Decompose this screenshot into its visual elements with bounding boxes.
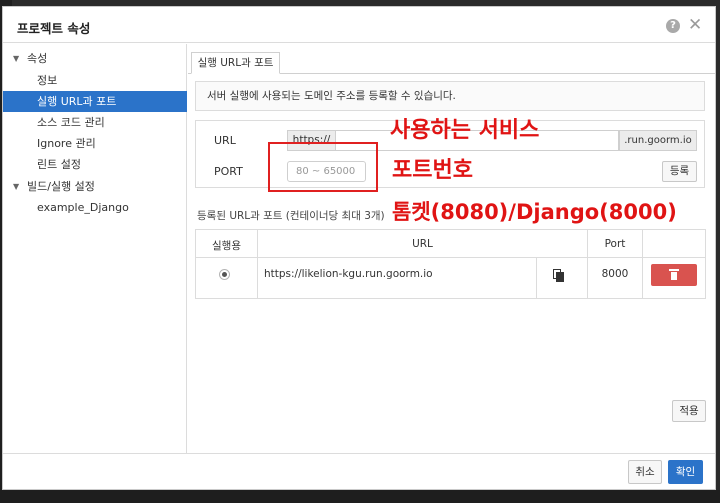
registered-url-table: 실행용 URL Port https://likelion-kgu.run.go…: [195, 229, 706, 299]
sidebar-item-ignore[interactable]: Ignore 관리: [37, 133, 177, 154]
tab-run-url-port[interactable]: 실행 URL과 포트: [191, 52, 280, 74]
registered-section-label: 등록된 URL과 포트 (컨테이너당 최대 3개): [197, 210, 385, 222]
port-label: PORT: [214, 165, 243, 178]
sidebar-item-source-control[interactable]: 소스 코드 관리: [37, 112, 177, 133]
sidebar-group-properties[interactable]: 속성: [27, 48, 177, 69]
copy-icon[interactable]: [553, 269, 565, 283]
sidebar-item-run-url-port[interactable]: 실행 URL과 포트: [3, 91, 187, 112]
run-radio[interactable]: [219, 269, 230, 280]
caret-down-icon[interactable]: ▼: [13, 176, 19, 197]
project-properties-dialog: 프로젝트 속성 ? ✕ ▼ 속성 정보 실행 URL과 포트 소스 코드 관리 …: [2, 6, 716, 490]
dialog-title: 프로젝트 속성: [17, 21, 91, 36]
annotation-ports: 톰켓(8080)/Django(8000): [392, 200, 677, 224]
ok-button[interactable]: 확인: [668, 460, 703, 484]
annotation-port-number: 포트번호: [392, 158, 473, 183]
url-label: URL: [214, 134, 236, 147]
annotation-service: 사용하는 서비스: [390, 118, 540, 143]
port-highlight-box: [268, 142, 378, 192]
delete-button[interactable]: [651, 264, 697, 286]
close-icon[interactable]: ✕: [688, 15, 702, 35]
info-message: 서버 실행에 사용되는 도메인 주소를 등록할 수 있습니다.: [195, 81, 705, 111]
registered-url-value: https://likelion-kgu.run.goorm.io: [264, 268, 433, 280]
caret-down-icon[interactable]: ▼: [13, 48, 19, 69]
sidebar-item-example-django[interactable]: example_Django: [37, 197, 177, 218]
register-button[interactable]: 등록: [662, 161, 697, 182]
sidebar-item-info[interactable]: 정보: [37, 70, 177, 91]
sidebar-item-lint[interactable]: 린트 설정: [37, 154, 177, 175]
editor-backdrop-bottom: [0, 490, 720, 503]
cancel-button[interactable]: 취소: [628, 460, 662, 484]
settings-content: 실행 URL과 포트 서버 실행에 사용되는 도메인 주소를 등록할 수 있습니…: [188, 44, 715, 453]
column-divider: [642, 230, 643, 298]
question-circle-icon[interactable]: ?: [666, 19, 680, 33]
dialog-footer: 취소 확인: [3, 453, 715, 489]
column-divider: [536, 258, 537, 298]
dialog-titlebar: 프로젝트 속성 ? ✕: [3, 7, 715, 43]
column-header-run: 실행용: [212, 240, 241, 252]
column-header-url: URL: [412, 238, 433, 250]
url-suffix: .run.goorm.io: [619, 130, 697, 151]
sidebar-group-build-run[interactable]: 빌드/실행 설정: [27, 176, 177, 197]
column-header-port: Port: [604, 238, 626, 250]
header-divider: [196, 257, 705, 258]
apply-button[interactable]: 적용: [672, 400, 706, 422]
trash-icon: [669, 269, 679, 280]
registered-port-value: 8000: [601, 268, 629, 280]
settings-sidebar: ▼ 속성 정보 실행 URL과 포트 소스 코드 관리 Ignore 관리 린트…: [3, 44, 187, 453]
